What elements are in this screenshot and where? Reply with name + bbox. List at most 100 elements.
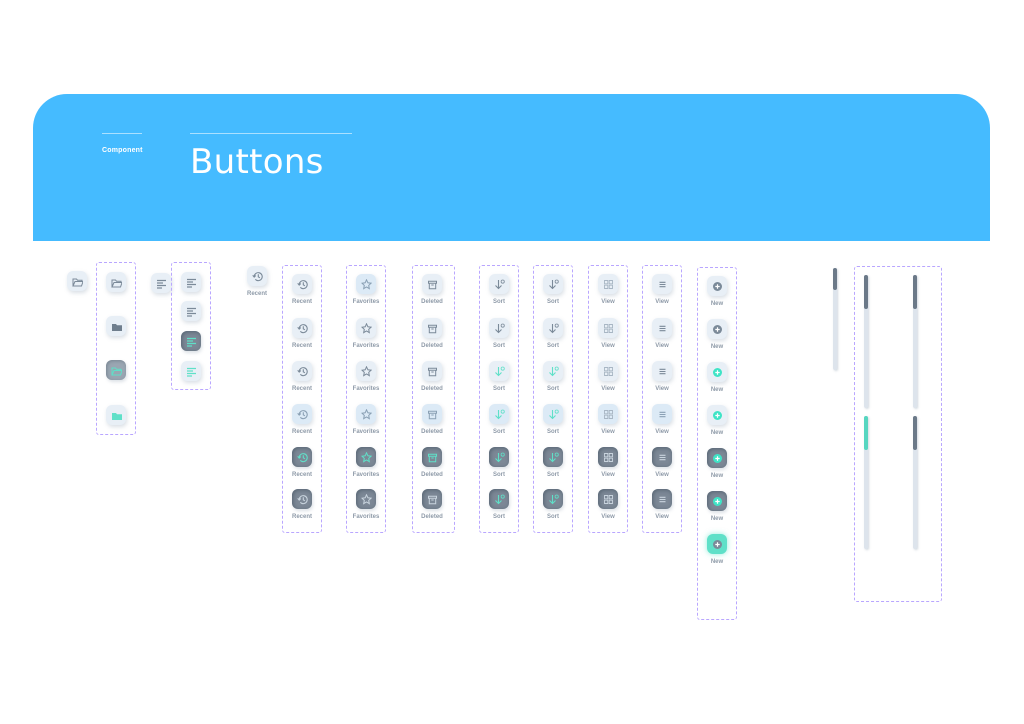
view-button[interactable] bbox=[598, 489, 618, 509]
sort-button[interactable] bbox=[489, 361, 509, 381]
sort-button[interactable] bbox=[489, 447, 509, 467]
view-button[interactable] bbox=[598, 404, 618, 424]
folder-button[interactable] bbox=[106, 405, 126, 425]
folder-button[interactable] bbox=[106, 316, 126, 336]
sort-button[interactable] bbox=[543, 447, 563, 467]
new-button[interactable] bbox=[707, 405, 727, 425]
sort-button[interactable] bbox=[543, 274, 563, 294]
view-button[interactable] bbox=[598, 447, 618, 467]
sort-icon bbox=[494, 323, 505, 334]
page-title: Buttons bbox=[190, 142, 324, 182]
sort-button[interactable] bbox=[489, 274, 509, 294]
view-button[interactable] bbox=[652, 274, 672, 294]
align-button[interactable] bbox=[151, 273, 171, 293]
recent-button[interactable] bbox=[247, 266, 267, 286]
sort-button[interactable] bbox=[489, 318, 509, 338]
folder-open-button[interactable] bbox=[106, 272, 126, 292]
favorites-button[interactable] bbox=[356, 361, 376, 381]
recent-button[interactable] bbox=[292, 361, 312, 381]
sort-button[interactable] bbox=[489, 404, 509, 424]
align-button[interactable] bbox=[181, 361, 201, 381]
scrollbar-track[interactable] bbox=[864, 275, 868, 408]
view-button[interactable] bbox=[598, 318, 618, 338]
new-label: New bbox=[710, 344, 724, 350]
grid-icon bbox=[603, 452, 614, 463]
new-button[interactable] bbox=[707, 534, 727, 554]
folder-open-button[interactable] bbox=[106, 360, 126, 380]
deleted-button[interactable] bbox=[422, 489, 442, 509]
title-rule bbox=[190, 133, 352, 134]
list-icon bbox=[657, 494, 668, 505]
favorites-button[interactable] bbox=[356, 489, 376, 509]
sort-button[interactable] bbox=[543, 404, 563, 424]
history-icon bbox=[296, 366, 308, 377]
recent-button[interactable] bbox=[292, 447, 312, 467]
scrollbar-thumb[interactable] bbox=[913, 416, 917, 450]
new-button[interactable] bbox=[707, 319, 727, 339]
view-button[interactable] bbox=[652, 404, 672, 424]
list-icon bbox=[657, 323, 668, 334]
favorites-button[interactable] bbox=[356, 318, 376, 338]
recent-button[interactable] bbox=[292, 404, 312, 424]
deleted-button[interactable] bbox=[422, 274, 442, 294]
view-button[interactable] bbox=[652, 361, 672, 381]
plus-icon bbox=[712, 281, 723, 292]
recent-button[interactable] bbox=[292, 274, 312, 294]
view-button[interactable] bbox=[598, 274, 618, 294]
folder-open-button[interactable] bbox=[67, 271, 87, 291]
trash-icon bbox=[427, 323, 438, 334]
scrollbar-track[interactable] bbox=[833, 268, 837, 370]
folder-open-icon bbox=[110, 277, 122, 288]
plus-icon bbox=[712, 367, 723, 378]
view-button[interactable] bbox=[652, 489, 672, 509]
sort-label: Sort bbox=[547, 429, 559, 435]
align-icon bbox=[186, 277, 197, 288]
star-icon bbox=[360, 493, 372, 505]
new-button[interactable] bbox=[707, 491, 727, 511]
align-button[interactable] bbox=[181, 301, 201, 321]
sort-icon bbox=[548, 366, 559, 377]
recent-button[interactable] bbox=[292, 489, 312, 509]
history-icon bbox=[296, 452, 308, 463]
sort-button[interactable] bbox=[543, 318, 563, 338]
deleted-button[interactable] bbox=[422, 447, 442, 467]
scrollbar-thumb[interactable] bbox=[913, 275, 917, 309]
history-icon bbox=[296, 323, 308, 334]
recent-label: Recent bbox=[291, 299, 312, 305]
sort-button[interactable] bbox=[543, 489, 563, 509]
deleted-button[interactable] bbox=[422, 361, 442, 381]
view-label: View bbox=[601, 429, 615, 435]
scrollbar-track[interactable] bbox=[864, 416, 868, 549]
favorites-button[interactable] bbox=[356, 404, 376, 424]
eyebrow-label: Component bbox=[102, 147, 143, 154]
trash-icon bbox=[427, 494, 438, 505]
scrollbar-track[interactable] bbox=[913, 275, 917, 408]
new-button[interactable] bbox=[707, 448, 727, 468]
scrollbar-thumb[interactable] bbox=[864, 416, 868, 450]
sort-label: Sort bbox=[493, 386, 505, 392]
view-label: View bbox=[655, 514, 669, 520]
favorites-button[interactable] bbox=[356, 447, 376, 467]
sort-icon bbox=[494, 279, 505, 290]
align-button[interactable] bbox=[181, 331, 201, 351]
scrollbar-thumb[interactable] bbox=[864, 275, 868, 309]
view-button[interactable] bbox=[652, 447, 672, 467]
sort-button[interactable] bbox=[543, 361, 563, 381]
view-button[interactable] bbox=[598, 361, 618, 381]
scrollbar-thumb[interactable] bbox=[833, 268, 837, 290]
new-button[interactable] bbox=[707, 362, 727, 382]
new-label: New bbox=[710, 387, 724, 393]
history-icon bbox=[296, 409, 308, 420]
deleted-button[interactable] bbox=[422, 318, 442, 338]
sort-button[interactable] bbox=[489, 489, 509, 509]
recent-button[interactable] bbox=[292, 318, 312, 338]
view-label: View bbox=[655, 343, 669, 349]
new-button[interactable] bbox=[707, 276, 727, 296]
deleted-button[interactable] bbox=[422, 404, 442, 424]
scrollbar-track[interactable] bbox=[913, 416, 917, 549]
align-button[interactable] bbox=[181, 272, 201, 292]
header-banner: Component Buttons bbox=[33, 94, 990, 241]
favorites-button[interactable] bbox=[356, 274, 376, 294]
view-button[interactable] bbox=[652, 318, 672, 338]
recent-label: Recent bbox=[291, 386, 312, 392]
